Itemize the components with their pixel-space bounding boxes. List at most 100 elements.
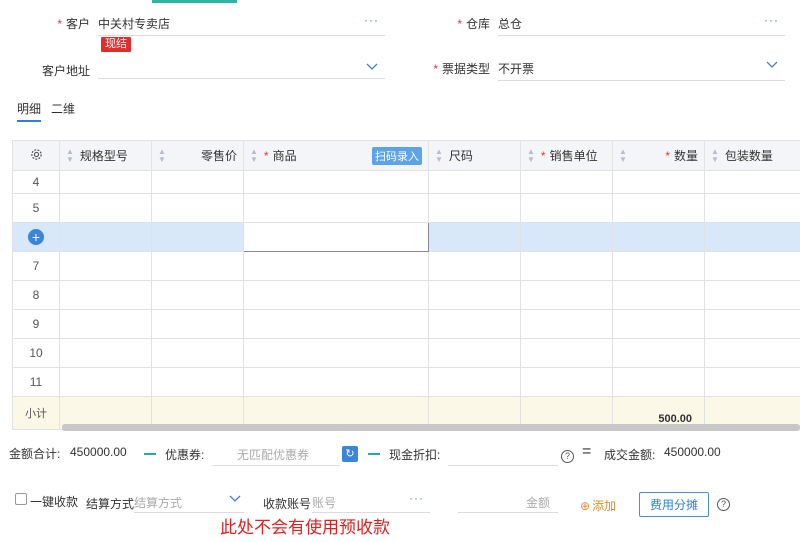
grid-cell[interactable] — [704, 222, 800, 252]
grid-cell[interactable] — [59, 309, 152, 339]
grid-cell[interactable] — [612, 193, 705, 223]
sort-icon[interactable]: ▲ ▼ — [66, 147, 74, 164]
column-header-retail-price[interactable]: ▲ ▼ 零售价 — [151, 140, 244, 171]
product-cell-editor[interactable] — [243, 222, 429, 252]
grid-cell[interactable] — [612, 367, 705, 397]
grid-cell[interactable] — [428, 222, 521, 252]
grid-cell[interactable] — [704, 280, 800, 310]
grid-cell[interactable] — [243, 170, 429, 194]
sort-icon[interactable]: ▲ ▼ — [711, 147, 719, 164]
table-row[interactable]: 10 — [12, 338, 800, 368]
grid-cell[interactable] — [243, 338, 429, 368]
column-settings[interactable] — [12, 140, 60, 171]
grid-cell[interactable] — [151, 309, 244, 339]
grid-cell[interactable] — [612, 309, 705, 339]
grid-cell[interactable] — [243, 251, 429, 281]
grid-cell[interactable] — [612, 280, 705, 310]
column-header-sales-unit[interactable]: ▲ ▼ * 销售单位 — [520, 140, 613, 171]
column-header-size[interactable]: ▲ ▼ 尺码 — [428, 140, 521, 171]
cost-allocation-button[interactable]: 费用分摊 — [639, 492, 710, 517]
table-row[interactable]: 7 — [12, 251, 800, 281]
grid-cell[interactable] — [428, 338, 521, 368]
tab-2d[interactable]: 二维 — [51, 100, 75, 122]
grid-cell[interactable] — [59, 193, 152, 223]
grid-cell[interactable] — [243, 367, 429, 397]
grid-cell[interactable] — [704, 309, 800, 339]
grid-cell[interactable] — [428, 193, 521, 223]
warehouse-more-icon[interactable]: ··· — [764, 13, 779, 27]
scan-entry-button[interactable]: 扫码录入 — [372, 146, 422, 165]
add-row-icon[interactable]: + — [28, 229, 44, 245]
grid-cell[interactable] — [151, 338, 244, 368]
grid-cell[interactable] — [520, 338, 613, 368]
grid-cell[interactable] — [151, 193, 244, 223]
column-header-pack-qty[interactable]: ▲ ▼ 包装数量 — [704, 140, 800, 171]
invoice-type-select[interactable]: 不开票 — [498, 53, 785, 81]
table-row[interactable]: 8 — [12, 280, 800, 310]
amount-input[interactable]: 金额 — [458, 487, 558, 513]
table-row-selected[interactable]: + — [12, 222, 800, 252]
grid-cell[interactable] — [520, 170, 613, 194]
refresh-icon[interactable]: ↻ — [342, 446, 358, 462]
grid-cell[interactable] — [520, 367, 613, 397]
settlement-select[interactable]: 结算方式 — [134, 487, 244, 513]
grid-cell[interactable] — [151, 280, 244, 310]
grid-cell[interactable] — [704, 170, 800, 194]
coupon-select[interactable]: 无匹配优惠券 — [213, 440, 340, 466]
grid-cell[interactable] — [59, 170, 152, 194]
grid-cell[interactable] — [428, 367, 521, 397]
account-select[interactable]: 账号 ··· — [312, 487, 430, 513]
grid-cell[interactable] — [704, 193, 800, 223]
grid-cell[interactable] — [520, 309, 613, 339]
customer-field[interactable]: 中关村专卖店 ··· — [98, 8, 385, 36]
grid-cell[interactable] — [151, 251, 244, 281]
horizontal-scrollbar[interactable] — [62, 424, 800, 431]
quick-collect-checkbox[interactable] — [15, 493, 27, 505]
sort-icon[interactable]: ▲ ▼ — [158, 147, 166, 164]
grid-cell[interactable] — [59, 222, 152, 252]
gear-icon[interactable] — [30, 148, 43, 161]
grid-cell[interactable] — [151, 222, 244, 252]
column-header-spec[interactable]: ▲ ▼ 规格型号 — [59, 140, 152, 171]
table-row[interactable]: 9 — [12, 309, 800, 339]
grid-cell[interactable] — [428, 309, 521, 339]
grid-cell[interactable] — [704, 251, 800, 281]
sort-icon[interactable]: ▲ ▼ — [435, 147, 443, 164]
grid-cell[interactable] — [59, 367, 152, 397]
grid-cell[interactable] — [151, 367, 244, 397]
grid-cell[interactable] — [612, 251, 705, 281]
grid-cell[interactable] — [612, 222, 705, 252]
grid-cell[interactable] — [520, 193, 613, 223]
table-row[interactable]: 5 — [12, 193, 800, 223]
sort-icon[interactable]: ▲ ▼ — [250, 147, 258, 164]
grid-cell[interactable] — [704, 338, 800, 368]
grid-cell[interactable] — [243, 193, 429, 223]
grid-cell[interactable] — [612, 170, 705, 194]
warehouse-field[interactable]: 总仓 ··· — [498, 8, 785, 36]
customer-more-icon[interactable]: ··· — [364, 13, 379, 27]
grid-cell[interactable] — [520, 280, 613, 310]
grid-cell[interactable] — [520, 251, 613, 281]
grid-cell[interactable] — [520, 222, 613, 252]
sort-icon[interactable]: ▲ ▼ — [619, 147, 627, 164]
grid-cell[interactable] — [428, 251, 521, 281]
tab-detail[interactable]: 明细 — [17, 100, 42, 122]
table-row[interactable]: 11 — [12, 367, 800, 397]
cash-discount-input[interactable] — [448, 440, 558, 466]
column-header-quantity[interactable]: ▲ ▼ * 数量 — [612, 140, 705, 171]
grid-cell[interactable] — [243, 280, 429, 310]
grid-cell[interactable] — [151, 170, 244, 194]
sort-icon[interactable]: ▲ ▼ — [527, 147, 535, 164]
help-icon[interactable]: ? — [561, 450, 574, 463]
grid-cell[interactable] — [428, 280, 521, 310]
grid-cell[interactable] — [59, 280, 152, 310]
grid-cell[interactable] — [59, 338, 152, 368]
add-payment-button[interactable]: ⊕ 添加 — [580, 497, 616, 514]
help-icon[interactable]: ? — [717, 498, 730, 511]
table-row[interactable]: 4 — [12, 170, 800, 194]
grid-cell[interactable] — [612, 338, 705, 368]
account-more-icon[interactable]: ··· — [409, 491, 424, 505]
column-header-product[interactable]: ▲ ▼ * 商品 扫码录入 — [243, 140, 429, 171]
grid-cell[interactable] — [704, 367, 800, 397]
grid-cell[interactable] — [59, 251, 152, 281]
